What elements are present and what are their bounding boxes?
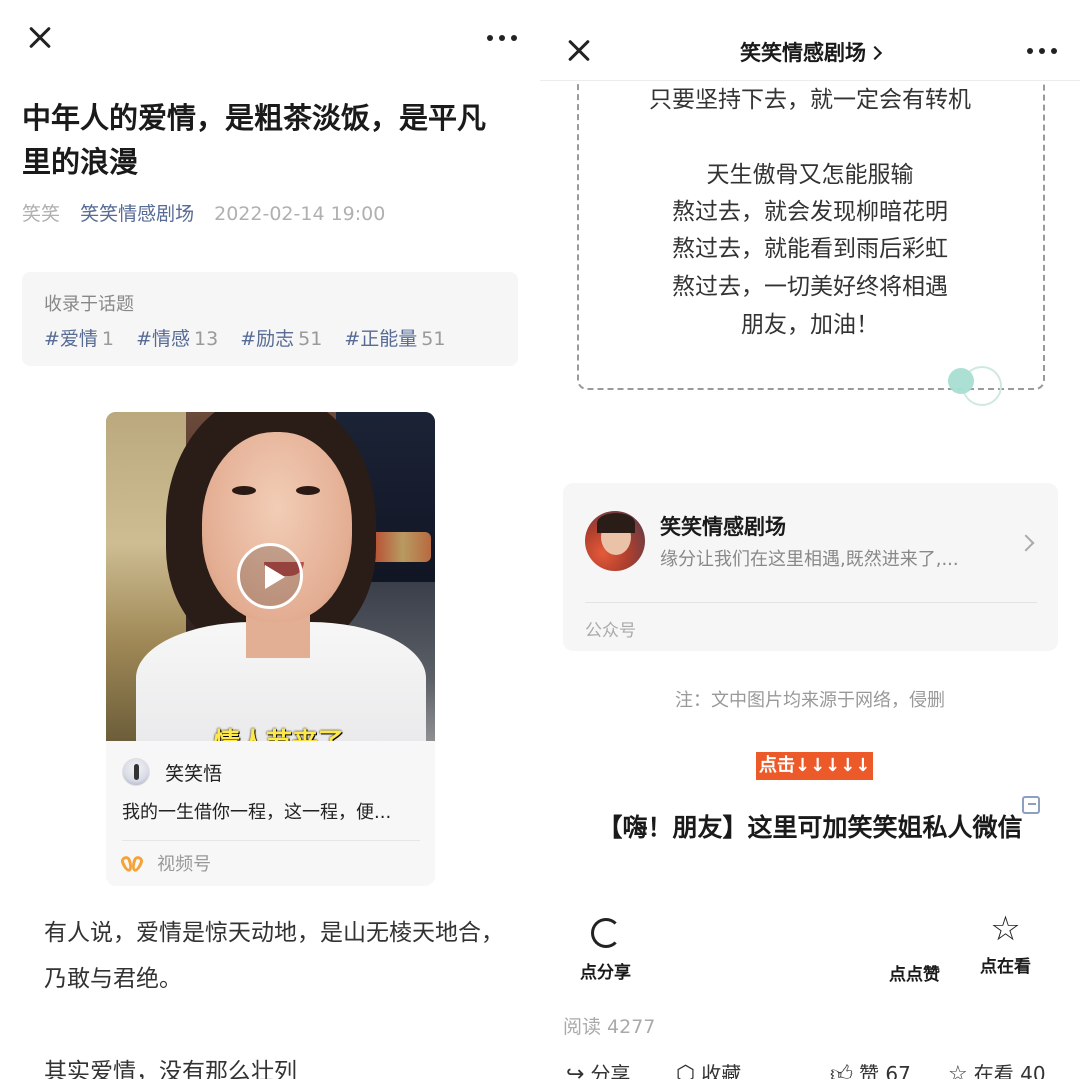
avatar (585, 511, 645, 571)
account-card[interactable]: 笑笑情感剧场 缘分让我们在这里相遇,既然进来了,... 公众号 (563, 483, 1058, 651)
chevron-right-icon (1017, 534, 1035, 552)
nav-account-title[interactable]: 笑笑情感剧场 (540, 37, 1080, 67)
quote-line: 天生傲骨又怎能服输 (706, 162, 914, 188)
video-description: 我的一生借你一程，这一程，便... (122, 802, 392, 823)
quote-line: 只要坚持下去，就一定会有转机 (649, 87, 971, 113)
right-article-pane: 只要坚持下去，就一定会有转机 天生傲骨又怎能服输 熬过去，就会发现柳暗花明 熬过… (540, 0, 1080, 1079)
quote-line: 熬过去，就会发现柳暗花明 (672, 199, 948, 225)
left-top-bar (0, 0, 538, 80)
quote-line: 熬过去，就能看到雨后彩虹 (672, 236, 948, 262)
quote-line: 朋友，加油！ (741, 312, 879, 338)
like-action[interactable]: 点点赞 (889, 954, 940, 985)
favorite-button[interactable]: ⬡ 收藏 (676, 1058, 741, 1079)
avatar (122, 758, 150, 786)
more-options-icon[interactable] (484, 28, 520, 48)
topic-tag-count: 13 (193, 328, 219, 350)
image-source-note: 注：文中图片均来源于网络，侵删 (675, 690, 945, 711)
share-button[interactable]: ↪ 分享 (566, 1058, 630, 1079)
thumbs-up-icon: 👍︎ (830, 1062, 853, 1079)
divider (122, 840, 420, 841)
article-date: 2022-02-14 19:00 (214, 203, 386, 225)
chevron-right-icon (867, 45, 883, 61)
like-action-label: 点点赞 (889, 965, 940, 985)
topic-tag-name: #励志 (240, 328, 295, 350)
video-author: 笑笑悟 (122, 758, 222, 788)
watch-action-label: 点在看 (980, 957, 1031, 977)
share-label: 分享 (590, 1062, 631, 1079)
like-label: 赞 67 (859, 1062, 911, 1079)
watching-label: 在看 40 (973, 1062, 1046, 1079)
share-action-label: 点分享 (580, 963, 631, 983)
topic-tag-inspire[interactable]: #励志 51 (240, 328, 322, 350)
decorative-dot (948, 368, 974, 394)
channels-icon (119, 853, 145, 874)
topic-tag-count: 1 (101, 328, 115, 350)
body-paragraph: 其实爱情，没有那么壮列 (44, 1059, 297, 1079)
external-link-icon (1022, 796, 1040, 814)
refresh-icon (590, 918, 621, 948)
play-icon[interactable] (237, 543, 303, 609)
divider (585, 602, 1037, 603)
video-source: 视频号 (119, 850, 212, 876)
share-action[interactable]: 点分享 (580, 918, 631, 983)
like-button[interactable]: 👍︎ 赞 67 (830, 1058, 911, 1079)
video-author-name: 笑笑悟 (165, 762, 223, 785)
topic-tag-love[interactable]: #爱情 1 (44, 328, 114, 350)
article-title: 中年人的爱情，是粗茶淡饭，是平凡里的浪漫 (22, 101, 487, 179)
watching-button[interactable]: ☆ 在看 40 (948, 1058, 1046, 1079)
cube-icon: ⬡ (676, 1062, 696, 1079)
account-name: 笑笑情感剧场 (660, 515, 786, 539)
star-icon: ☆ (990, 909, 1021, 949)
video-card[interactable]: 情人节来了 笑笑悟 我的一生借你一程，这一程，便... 视频号 (106, 412, 435, 886)
article-meta: 笑笑 笑笑情感剧场 2022-02-14 19:00 (22, 199, 385, 226)
article-account-link[interactable]: 笑笑情感剧场 (80, 203, 194, 225)
topic-tags: #爱情 1 #情感 13 #励志 51 #正能量 51 (44, 324, 461, 351)
star-icon: ☆ (948, 1062, 968, 1079)
more-options-icon[interactable] (1024, 41, 1060, 61)
topic-tag-count: 51 (421, 328, 446, 350)
video-thumbnail[interactable]: 情人节来了 (106, 412, 435, 741)
right-top-bar: 笑笑情感剧场 (540, 0, 1080, 80)
topic-tag-name: #爱情 (44, 328, 98, 350)
quote-line: 熬过去，一切美好终将相遇 (672, 274, 948, 300)
share-icon: ↪ (566, 1062, 585, 1079)
watch-action[interactable]: ☆ 点在看 (980, 912, 1031, 977)
video-source-label: 视频号 (157, 854, 212, 875)
body-paragraph: 有人说，爱情是惊天动地，是山无棱天地合，乃敢与君绝。 (44, 920, 504, 992)
left-article-pane: 中年人的爱情，是粗茶淡饭，是平凡里的浪漫 笑笑 笑笑情感剧场 2022-02-1… (0, 0, 538, 1079)
topic-tag-emotion[interactable]: #情感 13 (136, 328, 218, 350)
read-count: 阅读 4277 (563, 1016, 656, 1038)
topic-collection-box: 收录于话题 #爱情 1 #情感 13 #励志 51 #正能量 51 (22, 272, 518, 366)
article-author: 笑笑 (22, 203, 61, 225)
video-caption: 情人节来了 (214, 722, 344, 741)
bottom-action-bar: ↪ 分享 ⬡ 收藏 👍︎ 赞 67 ☆ 在看 40 (540, 1058, 1080, 1079)
divider (540, 80, 1080, 81)
nav-title-text: 笑笑情感剧场 (740, 41, 866, 65)
close-icon[interactable] (22, 20, 58, 56)
click-badge: 点击↓↓↓↓↓ (756, 752, 874, 780)
topic-tag-count: 51 (298, 328, 323, 350)
topic-label: 收录于话题 (44, 294, 134, 315)
topic-tag-name: #情感 (136, 328, 190, 350)
topic-tag-positive[interactable]: #正能量 51 (344, 328, 445, 350)
topic-tag-name: #正能量 (344, 328, 418, 350)
account-type: 公众号 (585, 621, 636, 641)
favorite-label: 收藏 (701, 1062, 742, 1079)
account-description: 缘分让我们在这里相遇,既然进来了,... (660, 549, 959, 570)
wechat-contact-link[interactable]: 【嗨！朋友】这里可加笑笑姐私人微信 (540, 808, 1080, 844)
